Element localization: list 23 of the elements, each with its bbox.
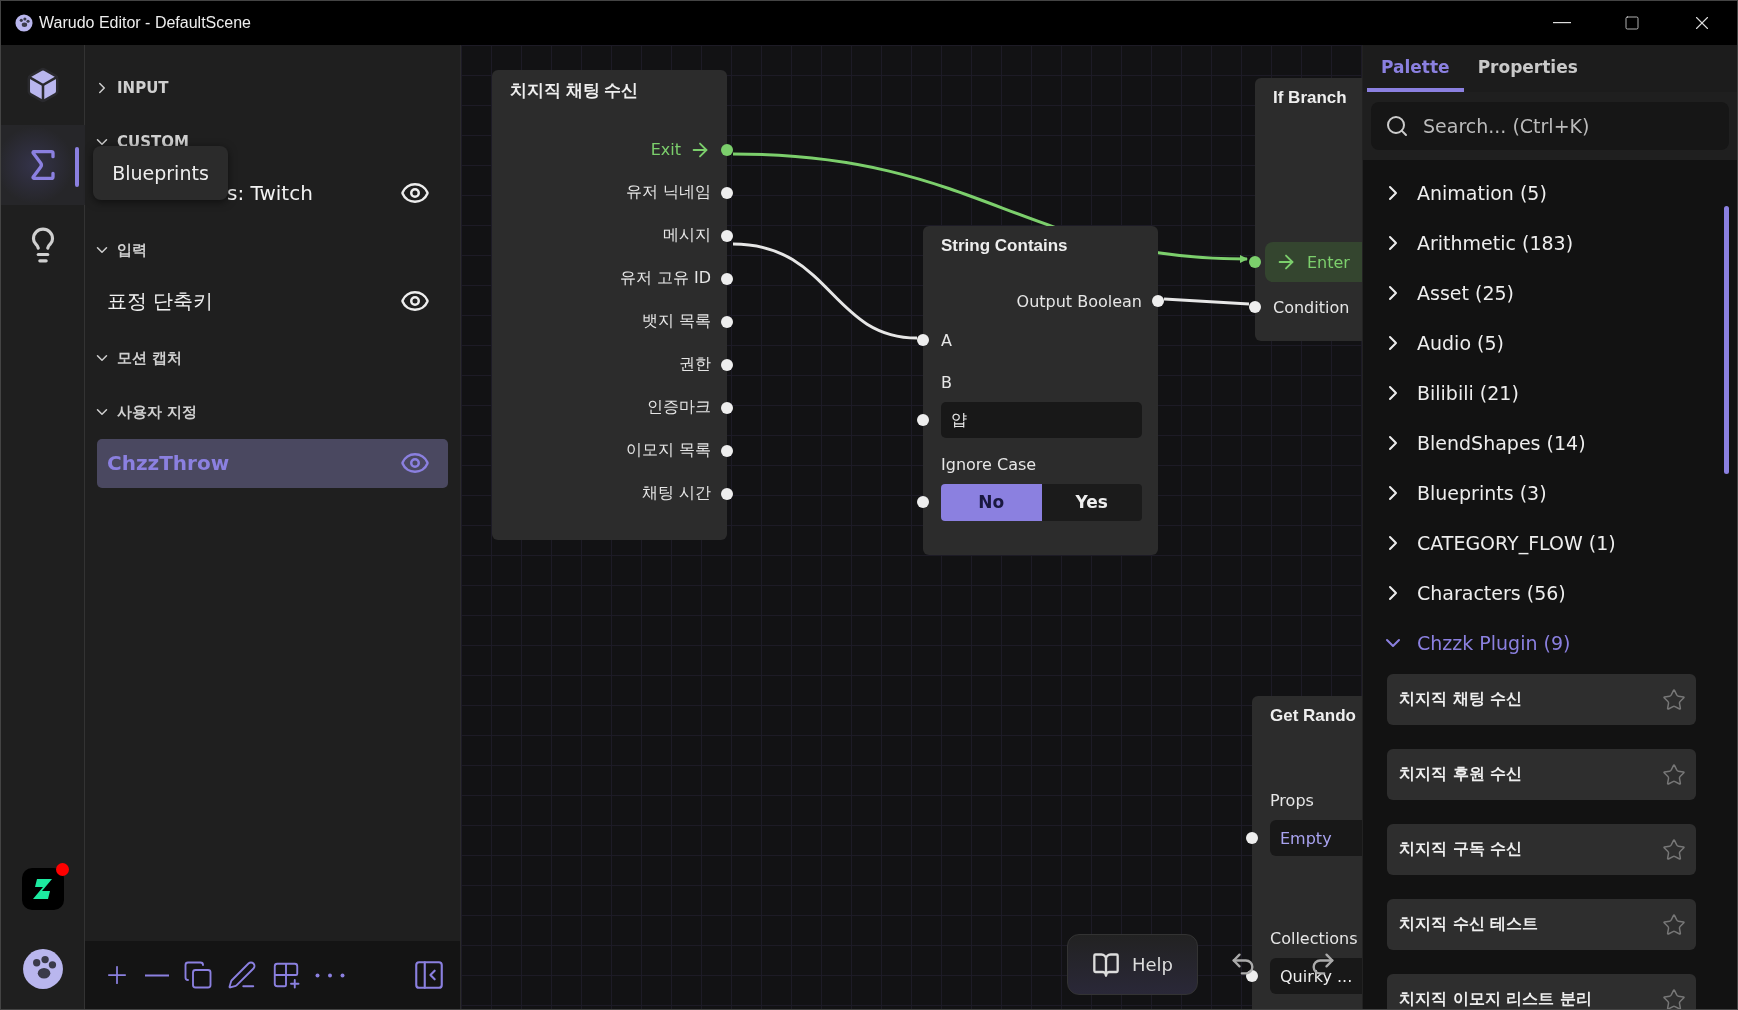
port-label: Condition: [1273, 297, 1350, 317]
port-label: Enter: [1307, 252, 1350, 272]
node-title: If Branch: [1273, 87, 1348, 109]
node-title: Get Rando: [1270, 705, 1357, 727]
port-label: Exit: [650, 140, 681, 159]
node-title: 치지직 채팅 수신: [510, 79, 640, 102]
node-title: String Contains: [941, 235, 1069, 257]
port-label: 유저 고유 ID: [619, 268, 711, 289]
port-label: Collections: [1270, 928, 1358, 948]
port-label: 메시지: [663, 225, 711, 246]
port-label: 채팅 시간: [641, 483, 711, 504]
port-label: 권한: [679, 354, 711, 375]
port-label: Output Boolean: [1016, 291, 1142, 311]
port-label: 이모지 목록: [625, 440, 711, 461]
tooltip: Blueprints: [93, 146, 228, 200]
port-label: 인증마크: [647, 397, 711, 418]
port-label: B: [941, 372, 952, 392]
port-label: Ignore Case: [941, 454, 1037, 474]
port-label: 유저 닉네임: [625, 182, 711, 203]
port-label: 뱃지 목록: [641, 311, 711, 332]
port-label: A: [941, 330, 952, 350]
port-label: Props: [1270, 790, 1314, 810]
window-title: Warudo Editor - DefaultScene: [39, 14, 251, 32]
